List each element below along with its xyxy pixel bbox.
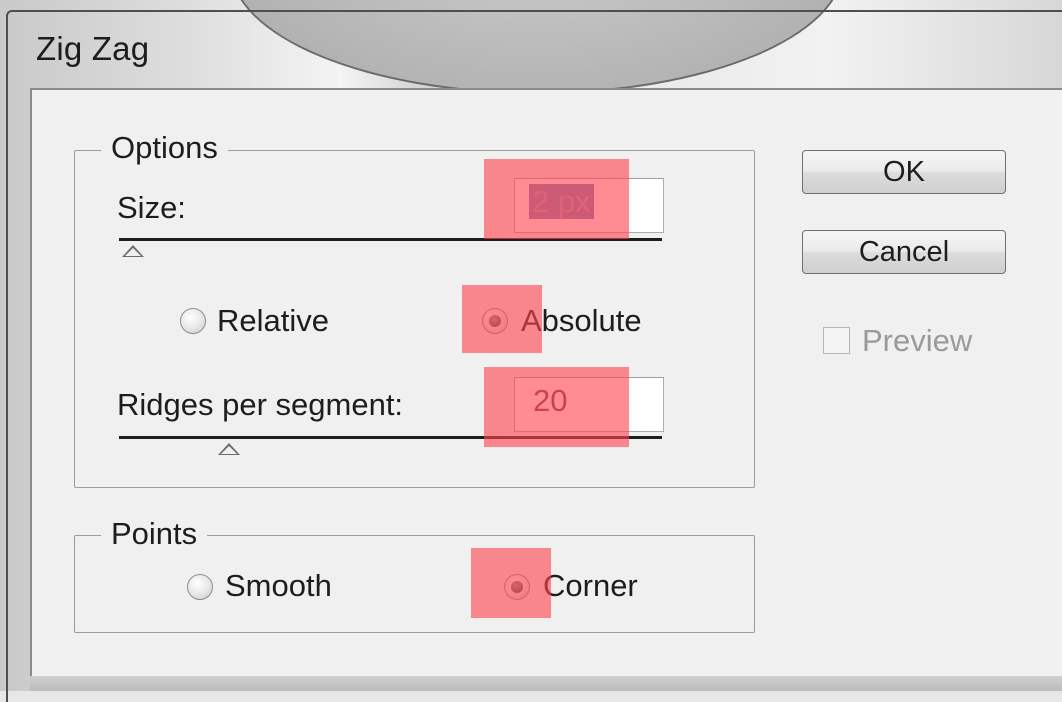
absolute-radio[interactable] [482,308,508,334]
ridges-label: Ridges per segment: [117,387,404,422]
smooth-radio[interactable] [187,574,213,600]
ok-button[interactable]: OK [802,150,1006,194]
preview-checkbox[interactable] [823,327,850,354]
relative-label[interactable]: Relative [217,303,329,339]
options-legend: Options [101,130,228,166]
size-slider-thumb[interactable] [122,245,144,257]
corner-radio[interactable] [504,574,530,600]
size-value: 2 px [529,184,594,219]
cancel-button[interactable]: Cancel [802,230,1006,274]
size-input[interactable]: 2 px [514,178,664,233]
ridges-input[interactable]: 20 [514,377,664,432]
window-title: Zig Zag [36,30,150,67]
ridges-slider-thumb[interactable] [218,443,240,455]
size-label: Size: [117,190,186,225]
points-legend: Points [101,516,208,552]
corner-label[interactable]: Corner [543,568,638,604]
ridges-slider-track[interactable] [119,436,662,439]
relative-radio[interactable] [180,308,206,334]
dialog-bottom-edge [30,676,1062,691]
absolute-label[interactable]: Absolute [521,303,642,339]
smooth-label[interactable]: Smooth [225,568,332,604]
size-slider-track[interactable] [119,238,662,241]
preview-label[interactable]: Preview [862,323,972,359]
ridges-value: 20 [533,383,568,418]
